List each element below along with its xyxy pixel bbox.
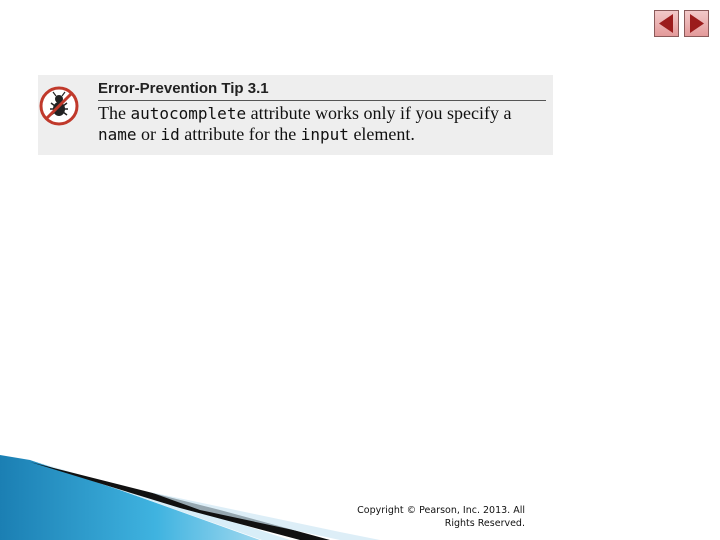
- tip-text-part: attribute for the: [179, 124, 301, 144]
- tip-text-part: attribute works only if you specify a: [246, 103, 512, 123]
- tip-title: Error-Prevention Tip 3.1: [98, 80, 269, 97]
- tip-code-id: id: [160, 125, 180, 144]
- tip-code-autocomplete: autocomplete: [130, 104, 247, 123]
- triangle-left-icon: [659, 14, 673, 33]
- next-slide-button[interactable]: [684, 10, 709, 37]
- tip-text-part: The: [98, 103, 131, 123]
- tip-text-part: element.: [348, 124, 415, 144]
- bug-prohibited-icon: [39, 86, 79, 126]
- previous-slide-button[interactable]: [654, 10, 679, 37]
- tip-code-input: input: [300, 125, 349, 144]
- tip-text: The autocomplete attribute works only if…: [98, 103, 553, 145]
- tip-code-name: name: [98, 125, 137, 144]
- triangle-right-icon: [690, 14, 704, 33]
- copyright-notice: Copyright © Pearson, Inc. 2013. All Righ…: [357, 505, 525, 529]
- tip-divider: [98, 100, 546, 101]
- error-prevention-tip-box: Error-Prevention Tip 3.1 The autocomplet…: [38, 75, 553, 155]
- tip-text-part: or: [136, 124, 161, 144]
